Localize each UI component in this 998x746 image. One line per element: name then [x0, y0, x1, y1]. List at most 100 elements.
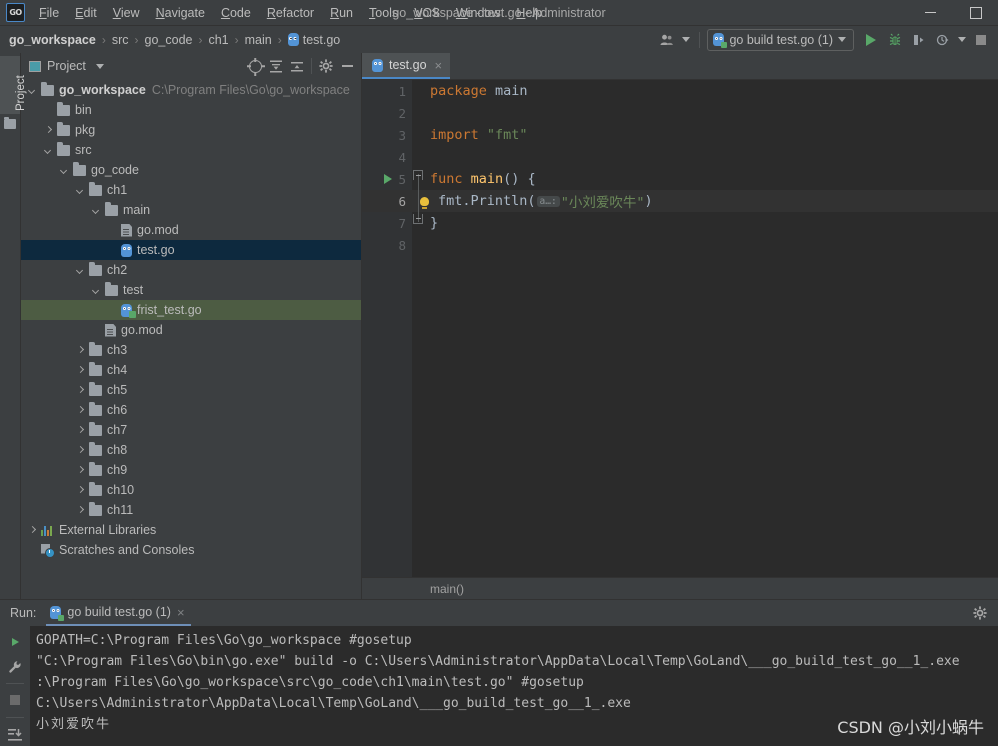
chevron-right-icon[interactable] — [75, 505, 86, 516]
chevron-down-icon[interactable] — [91, 205, 102, 216]
code-line[interactable]: func main() { — [412, 168, 998, 190]
fold-collapse-icon[interactable] — [413, 170, 423, 180]
menu-file[interactable]: File — [31, 3, 67, 23]
tree-item-main[interactable]: main — [21, 200, 361, 220]
project-panel-title-group[interactable]: Project — [29, 59, 104, 73]
chevron-down-icon[interactable] — [27, 85, 38, 96]
tree-item-bin[interactable]: bin — [21, 100, 361, 120]
code-column[interactable]: package main import "fmt" func main() {fmt… — [412, 80, 998, 577]
gutter-run-icon[interactable] — [384, 174, 392, 184]
chevron-down-icon[interactable] — [59, 165, 70, 176]
editor-tab-test-go[interactable]: test.go × — [362, 53, 451, 79]
tree-item-frist-test-go[interactable]: frist_test.go — [21, 300, 361, 320]
tree-item-go-code[interactable]: go_code — [21, 160, 361, 180]
rerun-button[interactable] — [3, 630, 27, 653]
tree-item-ch10[interactable]: ch10 — [21, 480, 361, 500]
run-button[interactable] — [860, 29, 882, 51]
code-line[interactable]: package main — [412, 80, 998, 102]
tree-item-pkg[interactable]: pkg — [21, 120, 361, 140]
chevron-right-icon[interactable] — [43, 125, 54, 136]
people-dropdown-icon[interactable] — [680, 29, 692, 51]
tree-item-go-mod[interactable]: go.mod — [21, 320, 361, 340]
chevron-right-icon[interactable] — [75, 465, 86, 476]
editor-breadcrumb-main[interactable]: main() — [430, 582, 464, 596]
profile-button[interactable] — [932, 29, 954, 51]
chevron-right-icon[interactable] — [75, 445, 86, 456]
people-icon[interactable] — [656, 29, 678, 51]
run-configuration-selector[interactable]: go build test.go (1) — [707, 28, 854, 51]
tree-item-ch3[interactable]: ch3 — [21, 340, 361, 360]
debug-button[interactable] — [884, 29, 906, 51]
profile-dropdown-icon[interactable] — [956, 29, 968, 51]
chevron-right-icon[interactable] — [27, 525, 38, 536]
fold-end-icon[interactable] — [413, 214, 423, 224]
stop-button[interactable] — [970, 29, 992, 51]
menu-code[interactable]: Code — [213, 3, 259, 23]
chevron-down-icon[interactable] — [43, 145, 54, 156]
close-icon[interactable]: × — [435, 59, 443, 72]
breadcrumb-test-go[interactable]: test.go — [285, 32, 344, 48]
code-line[interactable] — [412, 146, 998, 168]
chevron-right-icon[interactable] — [75, 345, 86, 356]
tree-item-src[interactable]: src — [21, 140, 361, 160]
chevron-down-icon[interactable] — [75, 185, 86, 196]
tree-item-ch2[interactable]: ch2 — [21, 260, 361, 280]
tree-item-ch9[interactable]: ch9 — [21, 460, 361, 480]
chevron-down-icon[interactable] — [91, 285, 102, 296]
breadcrumb-main[interactable]: main — [242, 32, 275, 48]
menu-help[interactable]: Help — [508, 3, 550, 23]
chevron-down-icon[interactable] — [75, 265, 86, 276]
console-output[interactable]: GOPATH=C:\Program Files\Go\go_workspace … — [30, 626, 998, 746]
locate-file-button[interactable] — [245, 56, 265, 76]
tree-item-ch4[interactable]: ch4 — [21, 360, 361, 380]
breadcrumb-go-code[interactable]: go_code — [142, 32, 196, 48]
run-panel-settings-button[interactable] — [970, 603, 990, 623]
chevron-right-icon[interactable] — [75, 365, 86, 376]
expand-all-button[interactable] — [266, 56, 286, 76]
chevron-right-icon[interactable] — [75, 405, 86, 416]
menu-edit[interactable]: Edit — [67, 3, 105, 23]
tree-item-go-workspace[interactable]: go_workspace C:\Program Files\Go\go_works… — [21, 80, 361, 100]
breadcrumb-src[interactable]: src — [109, 32, 132, 48]
tree-item-test[interactable]: test — [21, 280, 361, 300]
menu-run[interactable]: Run — [322, 3, 361, 23]
tree-item-test-go[interactable]: test.go — [21, 240, 361, 260]
tree-item-ch11[interactable]: ch11 — [21, 500, 361, 520]
tool-window-tab-project[interactable]: Project — [0, 56, 27, 114]
minimize-button[interactable] — [908, 0, 953, 25]
code-line[interactable] — [412, 102, 998, 124]
tree-item-external-libraries[interactable]: External Libraries — [21, 520, 361, 540]
edit-configuration-button[interactable] — [3, 655, 27, 678]
close-icon[interactable]: × — [177, 605, 185, 620]
code-line[interactable]: fmt.Println(a…: "小刘爱吹牛") — [412, 190, 998, 212]
chevron-right-icon[interactable] — [75, 425, 86, 436]
menu-navigate[interactable]: Navigate — [148, 3, 213, 23]
code-line[interactable] — [412, 234, 998, 256]
menu-vcs[interactable]: VCS — [406, 3, 448, 23]
tree-item-ch6[interactable]: ch6 — [21, 400, 361, 420]
scroll-to-end-button[interactable] — [3, 723, 27, 746]
run-with-coverage-button[interactable] — [908, 29, 930, 51]
tree-item-ch5[interactable]: ch5 — [21, 380, 361, 400]
run-tab-go-build[interactable]: go build test.go (1) × — [46, 600, 191, 626]
menu-tools[interactable]: Tools — [361, 3, 406, 23]
maximize-button[interactable] — [953, 0, 998, 25]
tree-item-go-mod[interactable]: go.mod — [21, 220, 361, 240]
menu-refactor[interactable]: Refactor — [259, 3, 322, 23]
chevron-right-icon[interactable] — [75, 485, 86, 496]
chevron-right-icon[interactable] — [75, 385, 86, 396]
tree-item-scratches-and-consoles[interactable]: Scratches and Consoles — [21, 540, 361, 560]
menu-window[interactable]: Window — [448, 3, 508, 23]
code-editor[interactable]: 1 2 3 4 56 7 8 package main import "fmt" func ma… — [362, 80, 998, 577]
editor-gutter[interactable]: 1 2 3 4 56 7 8 — [362, 80, 412, 577]
code-line[interactable]: import "fmt" — [412, 124, 998, 146]
project-tree[interactable]: go_workspace C:\Program Files\Go\go_works… — [21, 79, 361, 600]
tree-item-ch7[interactable]: ch7 — [21, 420, 361, 440]
project-settings-button[interactable] — [316, 56, 336, 76]
intention-bulb-icon[interactable] — [420, 196, 429, 209]
breadcrumb-go-workspace[interactable]: go_workspace — [6, 32, 99, 48]
hide-panel-button[interactable] — [337, 56, 357, 76]
tree-item-ch8[interactable]: ch8 — [21, 440, 361, 460]
collapse-all-button[interactable] — [287, 56, 307, 76]
code-line[interactable]: } — [412, 212, 998, 234]
